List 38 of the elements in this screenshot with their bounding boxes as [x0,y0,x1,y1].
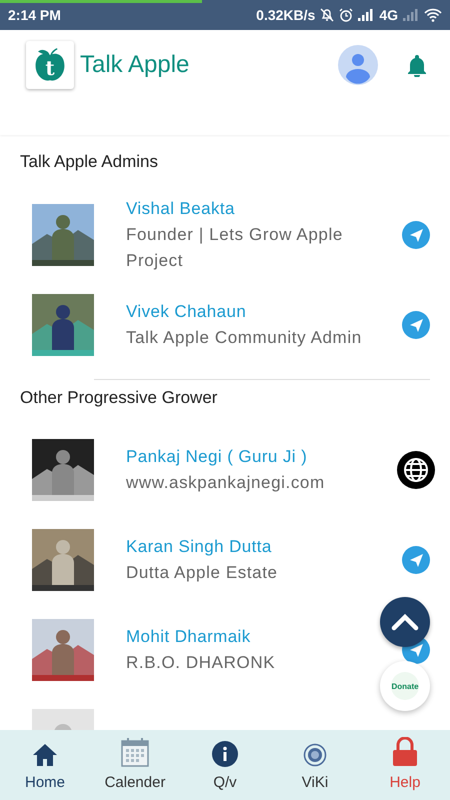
info-icon[interactable] [212,741,238,767]
app-logo: t [26,40,74,88]
person-description: Founder | Lets Grow Apple Project [126,224,344,272]
section-title: Other Progressive Grower [19,387,218,409]
profile-avatar-icon[interactable] [338,44,378,84]
wifi-icon [424,8,442,22]
chevron-up-icon [391,613,419,631]
alarm-icon [339,8,354,22]
calendar-icon[interactable] [121,737,149,767]
target-icon[interactable] [303,743,327,767]
home-icon[interactable] [32,743,58,767]
nav-label[interactable]: Home [24,774,65,791]
muted-bell-icon [320,8,334,22]
person-description: Talk Apple Community Admin [126,327,363,349]
lock-icon[interactable] [392,737,418,767]
donate-button[interactable]: Donate [380,661,430,711]
nav-label[interactable]: Calender [104,774,166,791]
globe-icon[interactable] [396,451,435,489]
signal-icon [358,9,374,21]
person-name[interactable]: Vivek Chahaun [126,299,382,325]
status-time: 2:14 PM [8,7,61,23]
person-description: R.B.O. DHARONK [126,652,276,674]
notification-bell-icon[interactable] [406,52,428,76]
person-name[interactable]: Karan Singh Dutta [126,534,382,560]
section-title: Talk Apple Admins [19,151,159,173]
network-speed: 0.32KB/s [256,7,316,23]
nav-label[interactable]: ViKi [302,774,328,791]
person-name[interactable]: Pankaj Negi ( Guru Ji ) [126,444,382,470]
person-name[interactable]: Mohit Dharmaik [126,624,382,650]
scroll-up-button[interactable] [380,597,430,647]
signal-icon [403,9,419,21]
person-description: www.askpankajnegi.com [126,472,326,494]
nav-label[interactable]: Help [390,774,420,791]
person-description: Dutta Apple Estate [126,562,279,584]
network-type: 4G [379,7,398,23]
app-title: Talk Apple [80,50,190,78]
person-name[interactable]: Vishal Beakta [126,196,382,222]
nav-label[interactable]: Q/v [213,774,237,791]
